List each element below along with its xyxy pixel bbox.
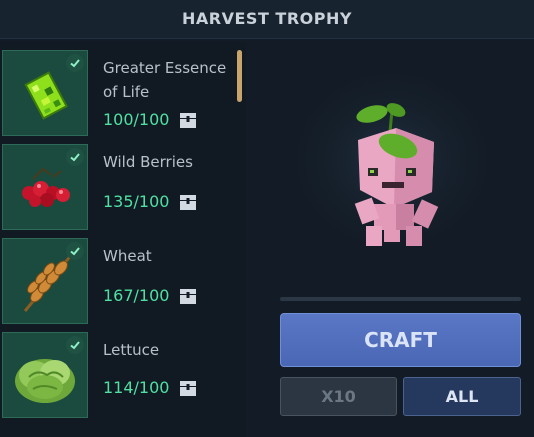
craft-button[interactable]: CRAFT [280, 313, 521, 367]
craft-all-button[interactable]: ALL [403, 377, 521, 416]
list-item: Wheat 167/100 [2, 238, 242, 326]
item-quantity: 114/100 [103, 378, 170, 397]
item-quantity: 100/100 [103, 110, 170, 129]
check-icon [66, 148, 84, 166]
item-name: Lettuce [103, 341, 160, 359]
item-quantity-row: 135/100 [103, 192, 197, 211]
item-quantity: 167/100 [103, 286, 170, 305]
item-quantity-row: 167/100 [103, 286, 197, 305]
list-item: Greater Essence of Life 100/100 [2, 50, 242, 138]
storage-chest-icon [180, 288, 197, 304]
check-icon [66, 336, 84, 354]
item-name: Wild Berries [103, 153, 193, 171]
item-thumbnail [2, 238, 88, 324]
item-quantity: 135/100 [103, 192, 170, 211]
item-preview [246, 40, 534, 300]
list-item: Wild Berries 135/100 [2, 144, 242, 232]
page-title: HARVEST TROPHY [182, 9, 352, 28]
item-name: Wheat [103, 247, 152, 265]
check-icon [66, 242, 84, 260]
storage-chest-icon [180, 194, 197, 210]
craft-progress-track [280, 297, 521, 301]
item-quantity-row: 114/100 [103, 378, 197, 397]
item-thumbnail [2, 332, 88, 418]
storage-chest-icon [180, 380, 197, 396]
list-item: Lettuce 114/100 [2, 332, 242, 420]
item-thumbnail [2, 144, 88, 230]
item-thumbnail [2, 50, 88, 136]
craft-x10-button[interactable]: X10 [280, 377, 397, 416]
storage-chest-icon [180, 112, 197, 128]
item-quantity-row: 100/100 [103, 110, 197, 129]
item-name: Greater Essence of Life [103, 59, 227, 101]
check-icon [66, 54, 84, 72]
title-bar: HARVEST TROPHY [0, 0, 534, 39]
harvest-trophy-creature-icon [282, 60, 502, 260]
